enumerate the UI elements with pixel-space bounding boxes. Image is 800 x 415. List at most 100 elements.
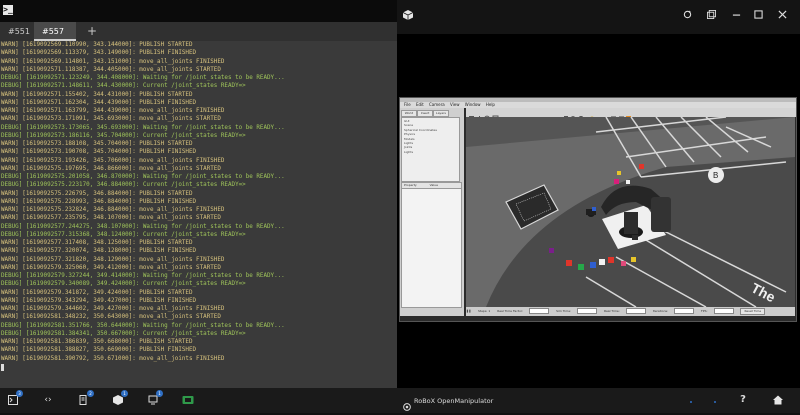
real-time-label: Real Time: [604,309,620,313]
log-line: WARN] [1619092577.235795, 348.107000]: m… [1,215,221,222]
tab-insert[interactable]: Insert [417,110,433,117]
world-tree[interactable]: GUI Scene Spherical Coordinates Physics … [401,117,460,182]
menu-window[interactable]: Window [465,102,481,107]
cube-red-front [608,257,614,263]
window-icon[interactable] [707,10,716,22]
log-line: DEBUG] [1619092571.123249, 344.408000]: … [1,75,285,81]
log-line: DEBUG] [1619092581.351766, 350.644000]: … [1,322,285,329]
cube-yellow-front [631,257,636,262]
log-line: WARN] [1619092573.190708, 345.704000]: P… [1,149,197,156]
terminal-taskbar-icon[interactable] [8,395,18,405]
cube-icon[interactable] [402,10,414,23]
gazebo-left-panel: World Insert Layers GUI Scene Spherical … [400,108,464,316]
iterations-field [674,308,695,314]
log-line: DEBUG] [1619092579.340089, 349.424000]: … [1,281,246,288]
notebook-icon[interactable] [78,395,88,405]
log-line: WARN] [1619092581.390792, 350.671000]: m… [1,355,225,362]
rtf-field [529,308,550,314]
menu-file[interactable]: File [404,102,411,107]
pause-icon[interactable]: ❚❚ [466,309,471,313]
menu-camera[interactable]: Camera [429,102,445,107]
app-title: RoBoX OpenManipulator [414,397,494,405]
minimize-icon[interactable] [732,10,741,22]
log-line: WARN] [1619092575.228993, 346.884000]: P… [1,198,197,205]
gazebo-window: File Edit Camera View Window Help World … [399,97,797,322]
log-line: DEBUG] [1619092577.244275, 348.107000]: … [1,223,285,230]
tab-557[interactable]: #557 [34,22,76,41]
code-icon[interactable]: ‹› [43,395,53,405]
property-table[interactable] [401,188,462,308]
sim-time-label: Sim Time: [556,309,572,313]
log-line: WARN] [1619092575.197695, 346.866000]: m… [1,165,221,172]
home-icon[interactable] [773,395,783,405]
log-line: WARN] [1619092573.193426, 345.706000]: m… [1,157,225,164]
log-line: WARN] [1619092571.162304, 344.439000]: P… [1,99,197,106]
maximize-icon[interactable] [754,10,763,22]
value-col-label: Value [429,183,438,187]
iterations-label: Iterations: [652,309,669,313]
help-icon[interactable]: ? [738,395,748,405]
terminal-tab-bar: #551 #557 + [0,22,397,41]
rtf-label: Real Time Factor: [497,309,524,313]
log-line: WARN] [1619092577.317408, 348.125000]: P… [1,240,193,246]
log-line: WARN] [1619092579.325060, 349.412000]: m… [1,264,221,271]
log-line: WARN] [1619092575.226795, 346.884000]: P… [1,190,193,197]
sim-time-field [577,308,598,314]
log-line: DEBUG] [1619092579.327244, 349.414000]: … [1,273,285,279]
tab-layers[interactable]: Layers [433,110,449,117]
property-col-label: Property [404,183,417,187]
wifi-icon[interactable] [686,395,696,405]
log-line: WARN] [1619092581.388827, 350.669000]: P… [1,347,197,354]
log-line: WARN] [1619092573.171091, 345.693000]: m… [1,116,221,123]
log-line: WARN] [1619092569.113379, 343.149000]: P… [1,50,197,57]
cube-yellow [617,171,621,175]
cube-red-far [639,164,644,169]
log-line: DEBUG] [1619092575.223170, 346.884000]: … [1,182,246,189]
terminal-cursor [1,364,4,371]
cube-taskbar-icon[interactable] [113,395,123,405]
fps-label: FPS: [701,309,708,313]
log-line: WARN] [1619092581.348232, 350.643000]: m… [1,314,221,321]
menu-help[interactable]: Help [486,102,495,107]
rosbag-icon[interactable] [182,395,194,405]
notebook-badge: 2 [87,390,94,397]
log-line: DEBUG] [1619092571.148611, 344.430000]: … [1,83,246,90]
terminal-logo-icon[interactable]: >_ [3,5,13,15]
terminal-output: WARN] [1619092569.110990, 343.144000]: P… [1,41,395,381]
tab-world[interactable]: World [401,110,417,117]
cube-purple [549,248,554,253]
log-line: WARN] [1619092571.118387, 344.405000]: m… [1,66,221,73]
taskbar: 3 ‹› 2 1 1 RoBoX OpenManipulator ? [0,388,800,413]
close-icon[interactable] [778,10,787,22]
cube-white-front [599,259,605,265]
fps-field [713,308,734,314]
log-line: WARN] [1619092577.321820, 348.129000]: m… [1,256,225,263]
cube-pink [621,261,626,266]
gazebo-toolbar [466,108,796,122]
log-line: DEBUG] [1619092573.186116, 345.704000]: … [1,132,246,139]
desktop-icon[interactable] [148,395,158,405]
terminal-badge: 3 [16,390,23,397]
menu-edit[interactable]: Edit [416,102,424,107]
viewer-toolbar [397,0,800,34]
log-line: WARN] [1619092569.110990, 343.144000]: P… [1,42,193,48]
cube-white [626,180,630,184]
gazebo-status-bar: ❚❚ Steps: 1 Real Time Factor: Sim Time: … [466,307,795,316]
cube-badge: 1 [121,390,128,397]
tree-item[interactable]: Lights [404,150,457,154]
log-line: WARN] [1619092571.155402, 344.431000]: P… [1,91,193,98]
log-line: WARN] [1619092571.163799, 344.439000]: m… [1,108,225,114]
cube-blue [590,262,596,268]
menu-view[interactable]: View [450,102,460,107]
steps-label: Steps: 1 [478,309,491,313]
log-line: WARN] [1619092579.341872, 349.424000]: P… [1,289,193,296]
log-line: WARN] [1619092577.320074, 348.128000]: P… [1,248,197,255]
storage-icon[interactable] [710,395,720,405]
terminal-pane[interactable]: #551 #557 + WARN] [1619092569.110990, 34… [0,22,397,388]
add-tab-button[interactable]: + [86,22,98,41]
log-line: DEBUG] [1619092581.384341, 350.667000]: … [1,330,246,337]
refresh-icon[interactable] [683,10,692,22]
gazebo-3d-scene[interactable]: B The [466,117,795,307]
log-line: WARN] [1619092575.232824, 346.884000]: m… [1,207,225,213]
reset-time-button[interactable]: Reset Time [740,308,766,315]
